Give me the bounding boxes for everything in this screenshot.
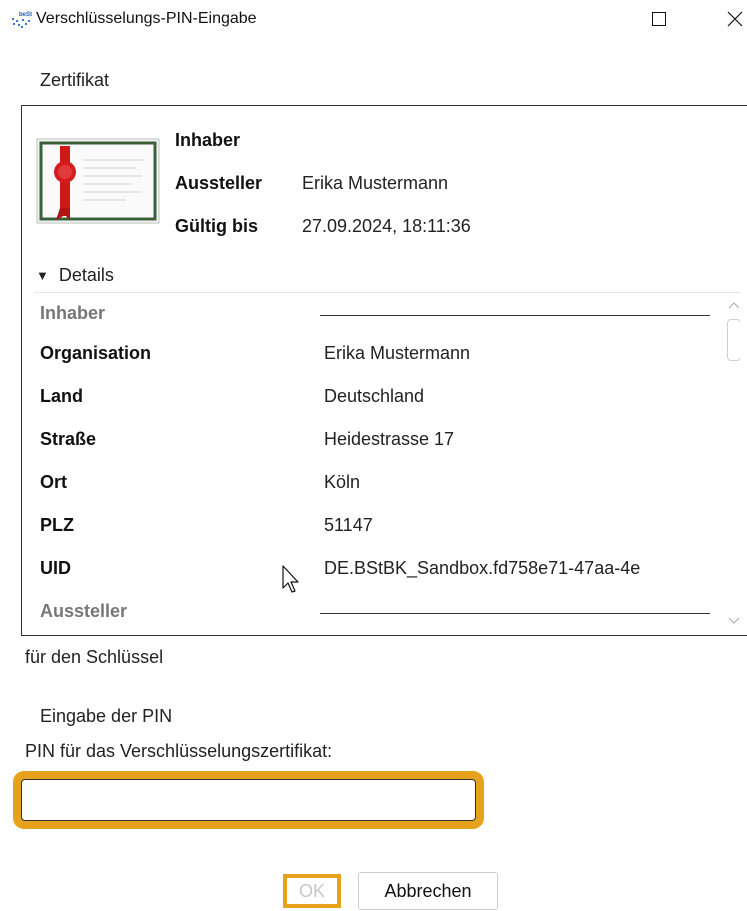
- scroll-up-icon[interactable]: [728, 301, 740, 309]
- certificate-section-label: Zertifikat: [40, 70, 110, 90]
- cert-issuer-key: Aussteller: [175, 173, 263, 193]
- group-divider: [320, 315, 710, 316]
- scroll-down-icon[interactable]: [728, 617, 740, 625]
- pin-field-label: PIN für das Verschlüsselungszertifikat:: [25, 741, 333, 761]
- cert-holder-key: Inhaber: [175, 130, 241, 150]
- details-group-aussteller: Aussteller: [40, 601, 128, 621]
- cert-issuer-value: Erika Mustermann: [302, 173, 449, 193]
- mouse-pointer-icon: [281, 564, 303, 596]
- ok-button[interactable]: OK: [283, 874, 341, 908]
- detail-value-uid: DE.BStBK_Sandbox.fd758e71-47aa-4e: [324, 558, 641, 578]
- detail-key-organisation: Organisation: [40, 343, 152, 363]
- detail-key-ort: Ort: [40, 472, 67, 492]
- pin-section-label: Eingabe der PIN: [40, 706, 173, 726]
- group-divider: [320, 613, 710, 614]
- cert-valid-until-key: Gültig bis: [175, 216, 258, 236]
- detail-value-organisation: Erika Mustermann: [324, 343, 471, 363]
- app-logo-icon: beSt: [10, 10, 32, 30]
- detail-key-plz: PLZ: [40, 515, 74, 535]
- detail-value-strasse: Heidestrasse 17: [324, 429, 455, 449]
- detail-value-ort: Köln: [324, 472, 361, 492]
- details-scrollbar[interactable]: [724, 293, 740, 632]
- scroll-thumb[interactable]: [727, 319, 740, 361]
- maximize-button[interactable]: [636, 3, 682, 35]
- close-icon: [727, 11, 743, 27]
- window-title: Verschlüsselungs-PIN-Eingabe: [36, 10, 257, 27]
- svg-text:beSt: beSt: [19, 12, 32, 18]
- close-button[interactable]: [712, 3, 747, 35]
- cancel-button[interactable]: Abbrechen: [358, 872, 498, 910]
- detail-value-plz: 51147: [324, 515, 373, 535]
- details-group-inhaber: Inhaber: [40, 303, 106, 323]
- pin-input[interactable]: [21, 779, 476, 821]
- for-key-label: für den Schlüssel: [25, 647, 164, 667]
- detail-key-uid: UID: [40, 558, 71, 578]
- details-toggle-label: Details: [58, 265, 114, 285]
- details-toggle[interactable]: ▼ Details: [36, 265, 114, 286]
- certificate-panel: Inhaber Aussteller Erika Mustermann Gült…: [21, 105, 747, 636]
- detail-key-strasse: Straße: [40, 429, 97, 449]
- maximize-icon: [652, 12, 666, 26]
- certificate-icon: [36, 138, 160, 224]
- detail-key-land: Land: [40, 386, 83, 406]
- cert-valid-until-value: 27.09.2024, 18:11:36: [302, 216, 471, 236]
- details-list[interactable]: Inhaber Organisation Erika Mustermann La…: [34, 292, 740, 632]
- detail-value-land: Deutschland: [324, 386, 425, 406]
- triangle-down-icon: ▼: [36, 268, 49, 283]
